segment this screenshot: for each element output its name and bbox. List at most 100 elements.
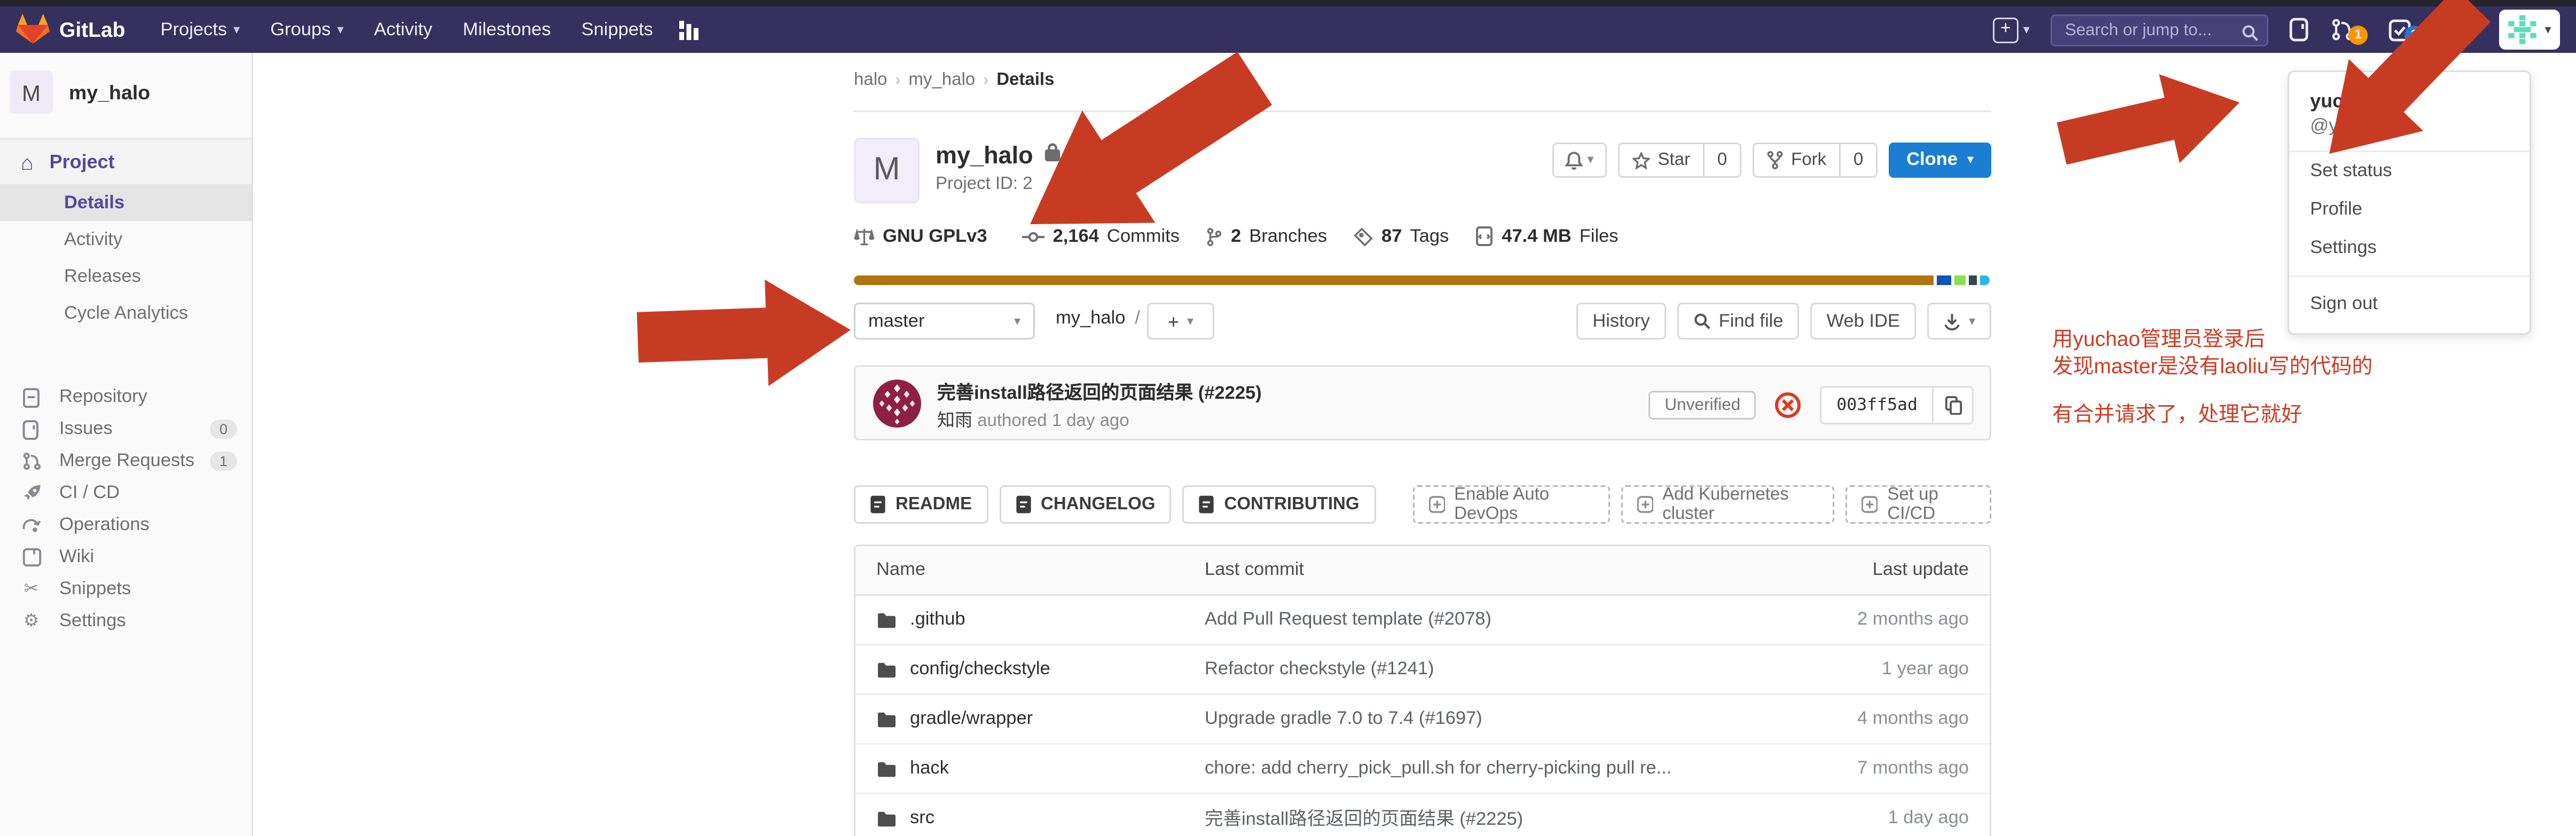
unverified-badge[interactable]: Unverified [1648,391,1756,420]
changelog-button[interactable]: CHANGELOG [999,485,1172,524]
enable-auto-devops-button[interactable]: Enable Auto DevOps [1412,485,1609,524]
sidebar-item-cicd[interactable]: CI / CD [0,477,252,509]
branches-stat[interactable]: 2Branches [1207,227,1327,246]
page-title: my_halo [936,142,1033,169]
issues-icon[interactable] [2289,18,2310,42]
history-button[interactable]: History [1576,303,1666,340]
download-button[interactable]: ▾ [1927,303,1991,340]
sidebar-item-operations[interactable]: Operations [0,509,252,541]
path-separator: / [1135,309,1140,328]
sidebar-item-repository[interactable]: Repository [0,381,252,413]
commit-sha-group: 003ff5ad [1820,386,1974,424]
license-stat[interactable]: GNU GPLv3 [854,227,995,246]
gitlab-logo[interactable]: GitLab [16,13,125,46]
menu-item-set-status[interactable]: Set status [2289,152,2530,191]
nav-groups[interactable]: Groups▾ [270,20,343,40]
file-table: Name Last commit Last update .github Add… [854,545,1991,836]
branch-selector[interactable]: master ▾ [854,303,1035,340]
table-row[interactable]: hack chore: add cherry_pick_pull.sh for … [855,745,1990,794]
menu-item-sign-out[interactable]: Sign out [2289,285,2530,324]
plus-icon: + [1993,17,2019,43]
fork-icon [1767,151,1783,170]
sidebar-item-merge-requests[interactable]: Merge Requests 1 [0,445,252,477]
add-file-button[interactable]: + ▾ [1147,303,1214,340]
search-input[interactable] [2051,14,2268,46]
user-dropdown-header: yuchao @yuchao [2289,72,2530,152]
sidebar-project-header[interactable]: M my_halo [0,53,252,128]
issues-count-badge: 0 [210,420,237,439]
fork-count[interactable]: 0 [1839,144,1876,176]
nav-milestones[interactable]: Milestones [463,20,551,40]
breadcrumb-halo[interactable]: halo [854,70,887,90]
star-button[interactable]: Star [1620,144,1703,176]
tags-stat[interactable]: 87Tags [1354,227,1449,246]
breadcrumb-my-halo[interactable]: my_halo [908,70,975,90]
sidebar-item-activity[interactable]: Activity [0,221,252,258]
nav-activity[interactable]: Activity [374,20,432,40]
star-count[interactable]: 0 [1703,144,1740,176]
user-avatar-button[interactable]: ▾ [2499,10,2560,50]
project-avatar-small: M [10,70,53,114]
help-menu-button[interactable]: ? ▾ [2445,19,2478,41]
scissors-icon: ✂ [21,581,42,598]
commits-stat[interactable]: 2,164Commits [1023,227,1180,246]
nav-projects[interactable]: Projects▾ [161,20,240,40]
home-icon: ⌂ [21,152,34,172]
commit-author-avatar[interactable] [873,380,921,436]
sidebar-item-wiki[interactable]: Wiki [0,541,252,573]
project-avatar: M [854,138,920,203]
find-file-button[interactable]: Find file [1677,303,1800,340]
star-icon [1632,152,1650,169]
new-menu-button[interactable]: + ▾ [1993,17,2030,43]
header-divider [854,111,1991,112]
todos-icon[interactable]: 1 [2389,15,2424,44]
web-ide-button[interactable]: Web IDE [1811,303,1916,340]
sidebar-item-snippets[interactable]: ✂ Snippets [0,573,252,605]
contributing-button[interactable]: CONTRIBUTING [1183,485,1376,524]
search-icon [2241,20,2259,49]
merge-requests-icon[interactable]: 1 [2331,15,2368,44]
folder-icon [876,810,897,827]
lock-icon [1044,141,1061,170]
files-stat[interactable]: 47.4 MBFiles [1476,226,1618,247]
commit-title[interactable]: 完善install路径返回的页面结果 (#2225) [937,380,1610,405]
nav-snippets[interactable]: Snippets [582,20,653,40]
merge-request-icon [21,452,42,471]
sidebar-item-cycle-analytics[interactable]: Cycle Analytics [0,295,252,332]
add-kubernetes-cluster-button[interactable]: Add Kubernetes cluster [1621,485,1834,524]
tag-icon [1354,227,1373,246]
chevron-down-icon: ▾ [233,23,240,36]
clone-button[interactable]: Clone ▾ [1889,143,1991,178]
sidebar-item-project[interactable]: ⌂ Project [0,139,252,184]
commit-icon [1023,228,1045,245]
readme-button[interactable]: README [854,485,988,524]
column-header-last-update: Last update [1789,561,1990,580]
table-row[interactable]: src 完善install路径返回的页面结果 (#2225) 1 day ago [855,794,1990,836]
copy-sha-button[interactable] [1932,388,1972,423]
menu-item-profile[interactable]: Profile [2289,191,2530,229]
plus-square-icon [1637,495,1653,514]
todo-count-badge: 1 [2405,25,2424,44]
fork-button-group: Fork 0 [1753,143,1878,178]
table-row[interactable]: gradle/wrapper Upgrade gradle 7.0 to 7.4… [855,695,1990,745]
language-bar[interactable] [854,275,1991,285]
set-up-cicd-button[interactable]: Set up CI/CD [1845,485,1991,524]
pipeline-failed-icon[interactable] [1776,392,1801,418]
bell-icon [1565,151,1582,170]
language-segment [1954,275,1966,285]
notifications-button[interactable]: ▾ [1552,143,1607,178]
fork-button[interactable]: Fork [1754,144,1839,176]
table-row[interactable]: config/checkstyle Refactor checkstyle (#… [855,645,1990,695]
sidebar-item-settings[interactable]: ⚙ Settings [0,605,252,637]
commit-author[interactable]: 知雨 [937,412,972,431]
repo-path-project[interactable]: my_halo [1056,309,1125,328]
menu-item-settings[interactable]: Settings [2289,229,2530,267]
rocket-icon [21,484,42,503]
charts-icon[interactable] [679,20,701,40]
sidebar-item-releases[interactable]: Releases [0,258,252,295]
arrow-to-user-name [2052,58,2250,188]
table-row[interactable]: .github Add Pull Request template (#2078… [855,596,1990,645]
sidebar-item-details[interactable]: Details [0,184,252,221]
quick-actions-row: README CHANGELOG CONTRIBUTING Enable Aut… [854,485,1991,524]
sidebar-item-issues[interactable]: Issues 0 [0,413,252,445]
